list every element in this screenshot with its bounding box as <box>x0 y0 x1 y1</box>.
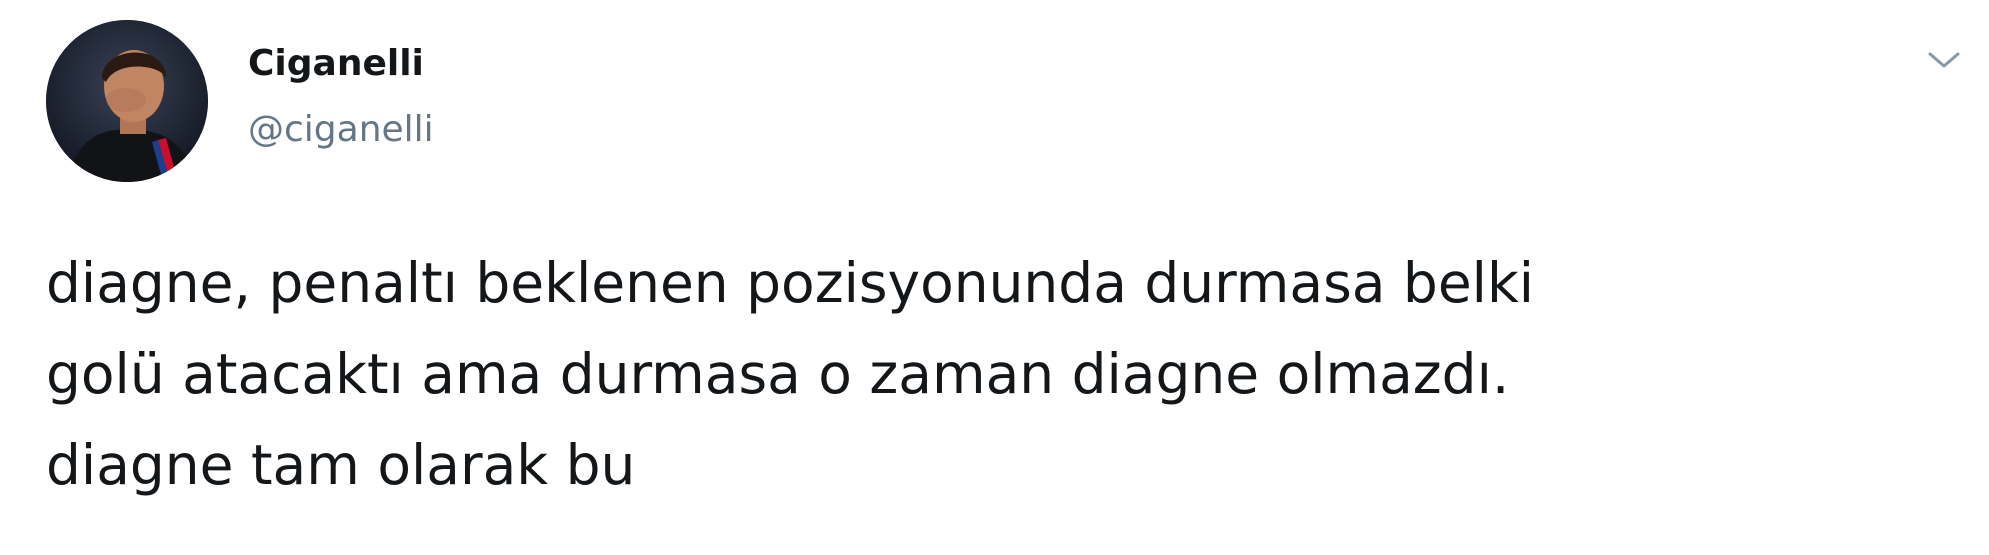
tweet-text-line: diagne, penaltı beklenen pozisyonunda du… <box>46 251 1535 315</box>
author-handle[interactable]: @ciganelli <box>248 106 434 154</box>
tweet-menu-button[interactable] <box>1920 42 1968 78</box>
author-display-name[interactable]: Ciganelli <box>248 40 424 88</box>
avatar[interactable] <box>46 20 208 182</box>
tweet-text-line: diagne tam olarak bu <box>46 433 636 497</box>
tweet-text-line: golü atacaktı ama durmasa o zaman diagne… <box>46 342 1510 406</box>
tweet-card: Ciganelli @ciganelli diagne, penaltı bek… <box>0 0 1989 555</box>
tweet-text: diagne, penaltı beklenen pozisyonunda du… <box>46 238 1946 511</box>
chevron-down-icon <box>1928 52 1960 68</box>
profile-photo <box>46 20 208 182</box>
